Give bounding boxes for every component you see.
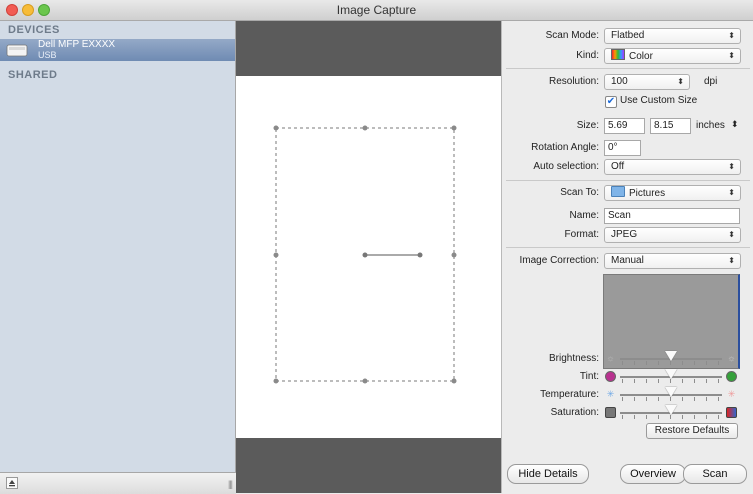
slider-knob[interactable] xyxy=(665,351,677,361)
sun-dim-icon: ☼ xyxy=(606,353,615,363)
overview-button[interactable]: Overview xyxy=(620,464,686,484)
resolution-unit: dpi xyxy=(704,76,718,87)
scan-mode-popup[interactable]: Flatbed ⬍ xyxy=(604,28,741,44)
devices-header: DEVICES xyxy=(8,24,60,36)
center-handle xyxy=(362,252,368,258)
divider xyxy=(506,68,750,69)
scan-to-label: Scan To: xyxy=(560,187,599,198)
auto-selection-value: Off xyxy=(611,161,625,172)
stepper-arrows-icon: ⬍ xyxy=(728,162,735,171)
auto-selection-popup[interactable]: Off ⬍ xyxy=(604,159,741,175)
cool-icon: ✳ xyxy=(606,389,615,399)
kind-popup[interactable]: Color ⬍ xyxy=(604,48,741,64)
window-title: Image Capture xyxy=(336,3,417,17)
saturation-label: Saturation: xyxy=(550,407,599,418)
scanner-icon xyxy=(6,44,28,57)
format-label: Format: xyxy=(564,229,599,240)
image-correction-label: Image Correction: xyxy=(519,255,599,266)
scan-button[interactable]: Scan xyxy=(683,464,747,484)
slider-knob[interactable] xyxy=(665,369,677,379)
stepper-arrows-icon: ⬍ xyxy=(728,188,735,197)
rotation-angle-label: Rotation Angle: xyxy=(531,142,599,153)
tint-label: Tint: xyxy=(579,371,599,382)
slider-knob[interactable] xyxy=(665,405,677,415)
temperature-slider[interactable]: ✳ ✳ xyxy=(605,387,738,402)
auto-selection-label: Auto selection: xyxy=(533,161,599,172)
device-connection: USB xyxy=(38,50,57,60)
stepper-arrows-icon: ⬍ xyxy=(677,77,684,86)
resolution-label: Resolution: xyxy=(548,76,599,87)
brightness-label: Brightness: xyxy=(548,353,599,364)
resize-grip[interactable]: ||| xyxy=(228,479,233,489)
name-label: Name: xyxy=(569,210,599,221)
device-name: Dell MFP EXXXX xyxy=(38,39,116,50)
kind-value: Color xyxy=(629,51,653,62)
divider xyxy=(506,180,750,181)
format-popup[interactable]: JPEG ⬍ xyxy=(604,227,741,243)
tint-slider[interactable] xyxy=(605,369,738,384)
image-capture-window: Image Capture DEVICES Dell MFP EXXXX USB… xyxy=(0,0,753,494)
divider xyxy=(506,247,750,248)
temperature-label: Temperature: xyxy=(540,389,599,400)
warm-icon: ✳ xyxy=(727,389,736,399)
scan-mode-value: Flatbed xyxy=(611,30,645,41)
image-correction-popup[interactable]: Manual ⬍ xyxy=(604,253,741,269)
resolution-value: 100 xyxy=(611,76,628,87)
scan-preview[interactable] xyxy=(236,21,501,493)
stepper-arrows-icon: ⬍ xyxy=(728,230,735,239)
eject-icon[interactable] xyxy=(6,477,18,489)
preview-bottom-band xyxy=(236,438,501,493)
sidebar-item-dell-mfp[interactable]: Dell MFP EXXXX USB xyxy=(0,39,235,61)
shared-header: SHARED xyxy=(8,69,58,81)
magenta-dot-icon xyxy=(605,371,616,382)
format-value: JPEG xyxy=(611,229,638,240)
size-width-field[interactable]: 5.69 xyxy=(604,118,645,134)
name-field[interactable]: Scan xyxy=(604,208,740,224)
kind-label: Kind: xyxy=(576,50,599,61)
selection-area[interactable] xyxy=(236,76,501,438)
scan-to-popup[interactable]: Pictures ⬍ xyxy=(604,185,741,201)
rotation-handle xyxy=(417,252,423,258)
stepper-arrows-icon: ⬍ xyxy=(728,256,735,265)
scan-settings-panel: Scan Mode: Flatbed ⬍ Kind: Color ⬍ Resol… xyxy=(501,21,753,493)
sidebar: DEVICES Dell MFP EXXXX USB SHARED xyxy=(0,21,236,472)
size-unit: inches xyxy=(696,120,725,131)
folder-icon xyxy=(611,186,625,197)
brightness-slider[interactable]: ☼ ☼ xyxy=(605,351,738,366)
grayscale-icon xyxy=(605,407,616,418)
saturation-slider[interactable] xyxy=(605,405,738,420)
use-custom-size-label: Use Custom Size xyxy=(620,95,698,106)
unit-stepper-icon[interactable]: ⬍ xyxy=(731,119,739,130)
slider-knob[interactable] xyxy=(665,387,677,397)
resolution-popup[interactable]: 100 ⬍ xyxy=(604,74,690,90)
hide-details-button[interactable]: Hide Details xyxy=(507,464,589,484)
use-custom-size-checkbox[interactable]: ✔ xyxy=(605,96,617,108)
sidebar-footer: ||| xyxy=(0,472,236,494)
restore-defaults-button[interactable]: Restore Defaults xyxy=(646,423,738,439)
sun-bright-icon: ☼ xyxy=(727,353,736,363)
color-swatch-icon xyxy=(611,49,625,60)
image-correction-value: Manual xyxy=(611,255,644,266)
stepper-arrows-icon: ⬍ xyxy=(728,31,735,40)
saturated-icon xyxy=(726,407,737,418)
scan-mode-label: Scan Mode: xyxy=(545,30,599,41)
size-height-field[interactable]: 8.15 xyxy=(650,118,691,134)
title-bar: Image Capture xyxy=(0,0,753,21)
preview-top-band xyxy=(236,21,501,76)
size-label: Size: xyxy=(576,120,599,131)
rotation-angle-field[interactable]: 0° xyxy=(604,140,641,156)
scan-to-value: Pictures xyxy=(629,188,666,199)
stepper-arrows-icon: ⬍ xyxy=(728,51,735,60)
green-dot-icon xyxy=(726,371,737,382)
